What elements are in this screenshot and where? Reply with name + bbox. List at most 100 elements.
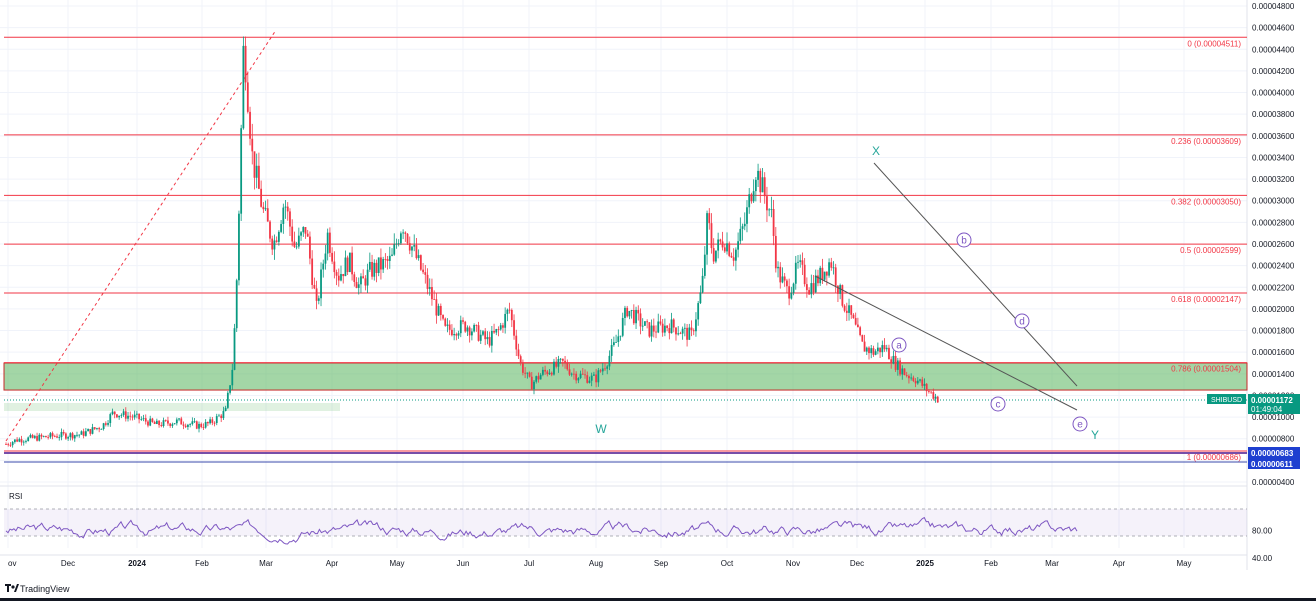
candle-body [930,391,933,393]
candle-body [526,372,529,374]
candle-body [67,437,70,439]
candle-body [655,331,657,333]
candle-body [504,313,507,328]
candle-body [692,330,695,332]
wave-label: b [961,236,967,247]
candle-body [151,418,154,422]
candle-body [859,327,862,336]
candle-body [11,442,14,446]
candle-body [446,324,449,326]
candle-body [621,317,624,336]
candle-body [169,423,172,426]
candle-body [763,177,766,197]
candle-body [382,259,385,270]
candle-body [162,420,165,427]
candle-body [36,436,38,441]
candle-body [206,422,209,424]
wave-label: e [1077,420,1083,431]
candle-body [923,383,926,386]
candle-body [892,355,895,364]
candle-body [746,207,748,224]
candle-body [56,436,58,438]
candle-body [641,325,644,327]
candle-body [863,341,866,352]
candle-body [331,252,334,262]
candle-body [612,342,615,346]
candle-body [360,276,362,285]
candle-body [191,421,194,425]
time-tick-label: Dec [850,559,864,568]
candle-body [16,439,18,442]
candle-body [313,284,316,289]
candle-body [286,206,289,212]
candle-body [482,331,484,335]
candle-body [264,208,267,210]
candle-body [53,436,56,438]
candle-body [459,320,462,334]
candle-body [62,432,65,434]
candle-body [371,262,373,277]
candle-body [648,322,651,337]
candle-body [750,194,753,202]
candle-body [231,369,234,386]
candle-body [584,374,586,376]
candle-body [180,418,183,425]
candle-body [140,419,143,420]
candle-body [715,250,717,262]
time-tick-label: Jun [457,559,470,568]
candle-body [366,269,369,286]
candle-body [25,441,27,442]
candle-body [9,444,12,446]
wave-label: W [595,422,607,436]
price-tick-label: 0.00004000 [1252,89,1295,98]
candle-body [91,427,94,434]
candle-body [100,429,103,430]
fib-label: 0.236 (0.00003609) [1171,137,1241,146]
candle-body [821,267,824,280]
candle-body [766,196,768,211]
candle-body [417,255,420,259]
candle-body [448,324,451,330]
price-tick-label: 0.00001600 [1252,348,1295,357]
candle-body [688,327,691,340]
candle-body [364,278,367,286]
candle-body [903,368,906,376]
candle-body [160,425,163,427]
candle-body [142,418,145,420]
candle-body [912,377,915,381]
candle-body [597,370,600,383]
candle-body [550,372,553,375]
last-price-label: 0.00001172 [1251,396,1293,405]
candle-body [932,392,935,399]
time-tick-label: Nov [786,559,800,568]
candle-body [661,323,664,333]
time-tick-label: Feb [195,559,209,568]
price-tick-label: 0.00003600 [1252,132,1295,141]
fib-label: 0.382 (0.00003050) [1171,197,1241,206]
candle-body [393,244,396,255]
candle-body [559,358,562,360]
candle-body [153,421,156,424]
candle-body [901,368,904,375]
candle-body [568,369,571,375]
candle-body [823,271,826,280]
candle-body [82,431,85,436]
price-axis[interactable]: 0.00004800 0.00004600 0.00004400 0.00004200… [1252,2,1295,487]
candle-body [193,421,196,423]
candle-body [510,309,513,321]
time-tick-label: May [1176,559,1191,568]
candle-body [590,375,593,381]
candle-body [311,258,314,285]
candle-body [7,444,10,445]
price-tick-label: 0.00003000 [1252,197,1295,206]
candle-body [49,433,52,438]
candlestick-chart[interactable]: 0 (0.00004511) 0.236 (0.00003609) 0.382 (0… [0,0,1316,601]
candle-body [453,334,456,336]
candle-body [442,315,444,319]
candle-body [451,329,453,336]
candle-body [535,376,538,382]
candle-body [697,303,700,320]
chart-area[interactable]: 0 (0.00004511) 0.236 (0.00003609) 0.382 (0… [0,0,1316,601]
price-tick-label: 0.00001000 [1252,413,1295,422]
candle-body [262,206,265,210]
